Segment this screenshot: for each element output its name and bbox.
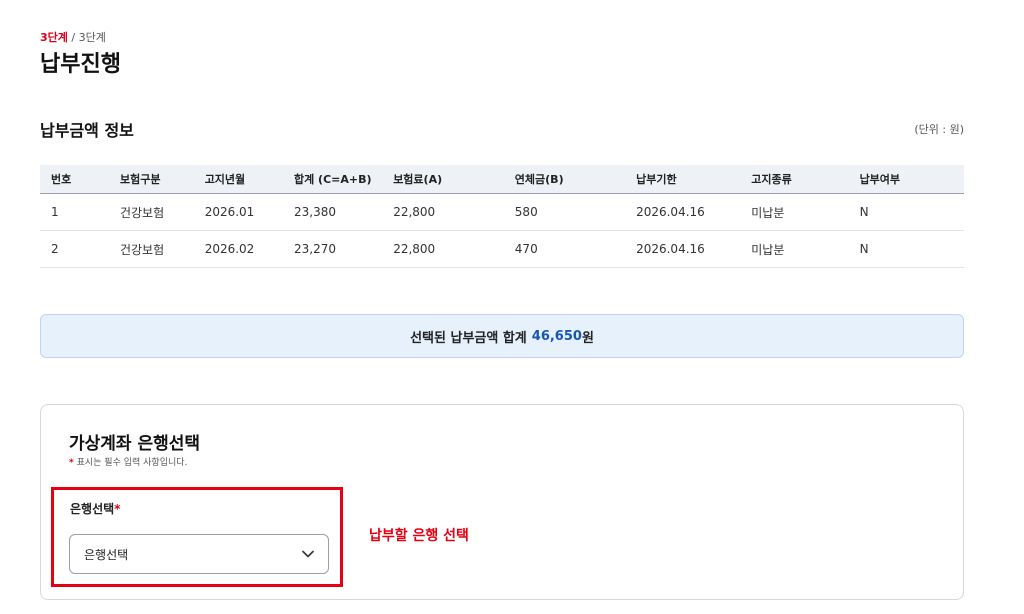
bank-select-annotation: 납부할 은행 선택 xyxy=(369,528,469,544)
payment-table: 번호 보험구분 고지년월 합계 (C=A+B) 보험료(A) 연체금(B) 납부… xyxy=(40,165,964,268)
bank-select-value: 은행선택 xyxy=(84,547,129,562)
page-title: 납부진행 xyxy=(40,52,121,77)
cell-notice-type: 미납분 xyxy=(751,230,860,268)
col-header-notice-month: 고지년월 xyxy=(204,165,294,194)
bank-select-dropdown[interactable]: 은행선택 xyxy=(69,534,329,574)
cell-late-fee: 580 xyxy=(514,193,637,231)
total-label: 선택된 납부금액 합계 xyxy=(410,330,527,346)
cell-late-fee: 470 xyxy=(514,230,637,268)
cell-notice-type: 미납분 xyxy=(751,193,860,231)
cell-total: 23,380 xyxy=(293,193,394,231)
step-separator: / xyxy=(67,31,79,44)
selected-total-box: 선택된 납부금액 합계 46,650 원 xyxy=(40,314,964,358)
col-header-late-fee: 연체금(B) xyxy=(514,165,637,194)
cell-paid: N xyxy=(859,193,964,231)
cell-no: 2 xyxy=(40,230,120,268)
bank-section-title: 가상계좌 은행선택 xyxy=(69,434,201,454)
bank-select-card: 가상계좌 은행선택 * 표시는 필수 입력 사항입니다. 은행선택* 은행선택 … xyxy=(40,404,964,600)
cell-due-date: 2026.04.16 xyxy=(636,193,752,231)
step-current: 3단계 xyxy=(40,31,68,44)
total-currency: 원 xyxy=(581,330,594,346)
table-row[interactable]: 1 건강보험 2026.01 23,380 22,800 580 2026.04… xyxy=(40,193,964,231)
col-header-paid: 납부여부 xyxy=(859,165,964,194)
bank-field-label-text: 은행선택 xyxy=(70,502,115,516)
required-note-text: 표시는 필수 입력 사항입니다. xyxy=(76,458,188,468)
col-header-due-date: 납부기한 xyxy=(636,165,752,194)
chevron-down-icon xyxy=(302,550,314,558)
payment-info-title: 납부금액 정보 xyxy=(40,121,134,140)
cell-premium: 22,800 xyxy=(393,230,515,268)
col-header-premium: 보험료(A) xyxy=(393,165,515,194)
cell-total: 23,270 xyxy=(293,230,394,268)
step-total: 3단계 xyxy=(78,31,106,44)
total-amount: 46,650 xyxy=(531,328,582,344)
cell-due-date: 2026.04.16 xyxy=(636,230,752,268)
bank-field-label: 은행선택* xyxy=(70,500,120,517)
cell-insurance-type: 건강보험 xyxy=(119,193,205,231)
required-note: * 표시는 필수 입력 사항입니다. xyxy=(69,455,187,468)
cell-paid: N xyxy=(859,230,964,268)
col-header-insurance-type: 보험구분 xyxy=(119,165,205,194)
cell-notice-month: 2026.01 xyxy=(204,193,294,231)
cell-premium: 22,800 xyxy=(393,193,515,231)
cell-no: 1 xyxy=(40,193,120,231)
step-indicator: 3단계 / 3단계 xyxy=(40,29,106,45)
table-row[interactable]: 2 건강보험 2026.02 23,270 22,800 470 2026.04… xyxy=(40,230,964,268)
bank-field-required-star: * xyxy=(114,502,121,516)
cell-notice-month: 2026.02 xyxy=(204,230,294,268)
col-header-notice-type: 고지종류 xyxy=(751,165,860,194)
cell-insurance-type: 건강보험 xyxy=(119,230,205,268)
col-header-total: 합계 (C=A+B) xyxy=(293,165,394,194)
col-header-no: 번호 xyxy=(40,165,120,194)
unit-label: (단위 : 원) xyxy=(914,123,964,136)
required-star: * xyxy=(69,458,74,468)
table-header-row: 번호 보험구분 고지년월 합계 (C=A+B) 보험료(A) 연체금(B) 납부… xyxy=(40,165,964,194)
